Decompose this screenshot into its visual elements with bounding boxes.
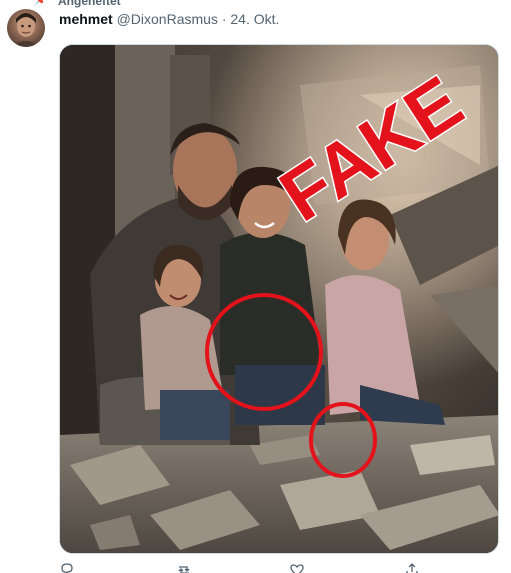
retweet-icon[interactable] (176, 562, 192, 573)
photo-scene: FAKE (60, 45, 498, 553)
tweet-date[interactable]: 24. Okt. (230, 11, 279, 27)
share-icon[interactable] (404, 562, 420, 573)
avatar[interactable] (7, 9, 45, 47)
avatar-image (11, 13, 41, 47)
display-name[interactable]: mehmet (59, 11, 113, 27)
action-bar (59, 562, 499, 573)
pin-icon: 📌 (34, 0, 48, 6)
header-separator: · (221, 11, 227, 27)
like-icon[interactable] (289, 562, 305, 573)
pinned-label: Angeheftet (58, 0, 121, 8)
user-handle[interactable]: @DixonRasmus (117, 11, 218, 27)
tweet-photo[interactable]: FAKE (59, 44, 499, 554)
tweet-card[interactable]: 📌 Angeheftet mehmet @DixonRasmus · 24. O… (0, 0, 511, 573)
reply-icon[interactable] (59, 562, 75, 573)
tweet-header: mehmet @DixonRasmus · 24. Okt. (59, 11, 279, 27)
